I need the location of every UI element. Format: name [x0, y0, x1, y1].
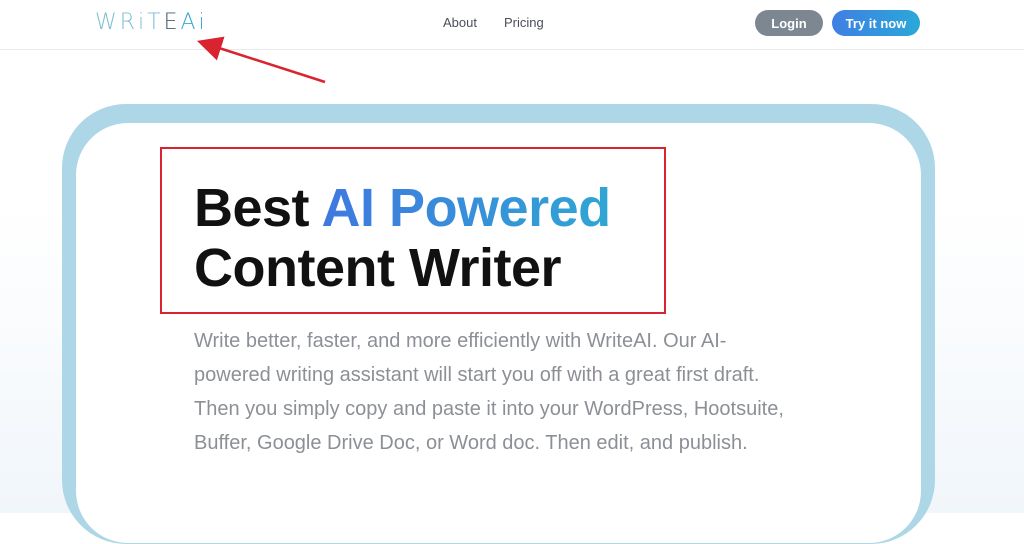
- annotation-arrow-icon: [196, 36, 326, 84]
